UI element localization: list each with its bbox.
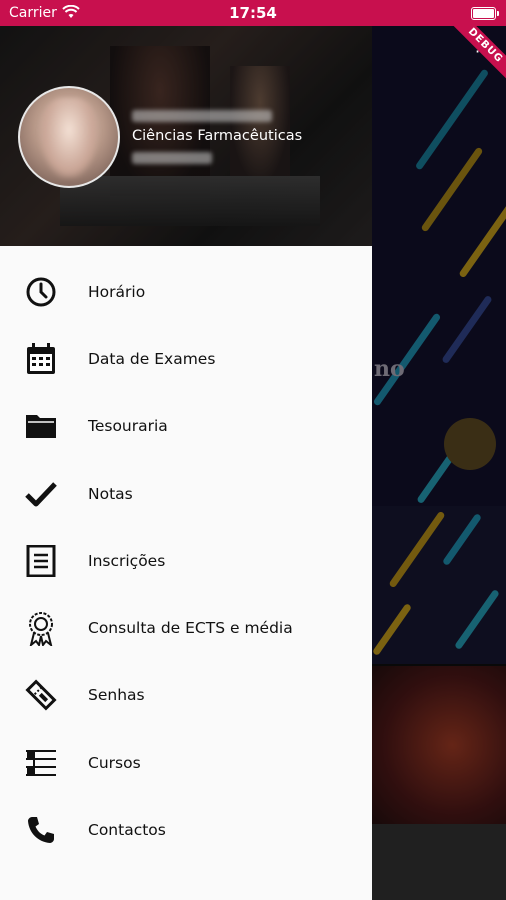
menu-item-label: Notas bbox=[88, 484, 133, 503]
menu-item-label: Cursos bbox=[88, 753, 141, 772]
user-id-redacted bbox=[132, 152, 212, 164]
award-ribbon-icon bbox=[24, 611, 58, 647]
phone-icon bbox=[24, 813, 58, 847]
menu-item-notas[interactable]: Notas bbox=[0, 460, 372, 527]
folder-icon bbox=[24, 409, 58, 443]
menu-item-inscricoes[interactable]: Inscrições bbox=[0, 527, 372, 594]
avatar[interactable] bbox=[18, 86, 120, 188]
calendar-icon bbox=[24, 342, 58, 376]
status-bar: Carrier 17:54 bbox=[0, 0, 506, 26]
menu-item-senhas[interactable]: Senhas bbox=[0, 662, 372, 729]
background-content: no ··· DEBUG bbox=[372, 26, 506, 900]
drawer-header: Ciências Farmacêuticas bbox=[0, 26, 372, 246]
user-course: Ciências Farmacêuticas bbox=[132, 128, 303, 144]
menu-item-label: Consulta de ECTS e média bbox=[88, 619, 293, 638]
drawer-menu: Horário Data de Exames Tesouraria Notas … bbox=[0, 258, 372, 864]
menu-item-cursos[interactable]: Cursos bbox=[0, 729, 372, 796]
navigation-drawer: Ciências Farmacêuticas Horário Data de E… bbox=[0, 26, 372, 900]
menu-item-consulta-ects[interactable]: Consulta de ECTS e média bbox=[0, 594, 372, 661]
menu-item-label: Inscrições bbox=[88, 551, 166, 570]
user-name-redacted bbox=[132, 110, 272, 122]
menu-item-label: Horário bbox=[88, 282, 146, 301]
menu-item-label: Senhas bbox=[88, 686, 145, 705]
menu-item-label: Contactos bbox=[88, 821, 166, 840]
ticket-icon bbox=[24, 678, 58, 712]
clock-time: 17:54 bbox=[229, 4, 277, 22]
list-icon bbox=[24, 746, 58, 780]
menu-item-horario[interactable]: Horário bbox=[0, 258, 372, 325]
clock-icon bbox=[24, 275, 58, 309]
menu-item-label: Tesouraria bbox=[88, 417, 168, 436]
menu-item-tesouraria[interactable]: Tesouraria bbox=[0, 393, 372, 460]
checkmark-icon bbox=[24, 477, 58, 511]
document-icon bbox=[24, 544, 58, 578]
menu-item-data-de-exames[interactable]: Data de Exames bbox=[0, 325, 372, 392]
menu-item-contactos[interactable]: Contactos bbox=[0, 796, 372, 863]
menu-item-label: Data de Exames bbox=[88, 349, 216, 368]
battery-icon bbox=[471, 7, 499, 20]
